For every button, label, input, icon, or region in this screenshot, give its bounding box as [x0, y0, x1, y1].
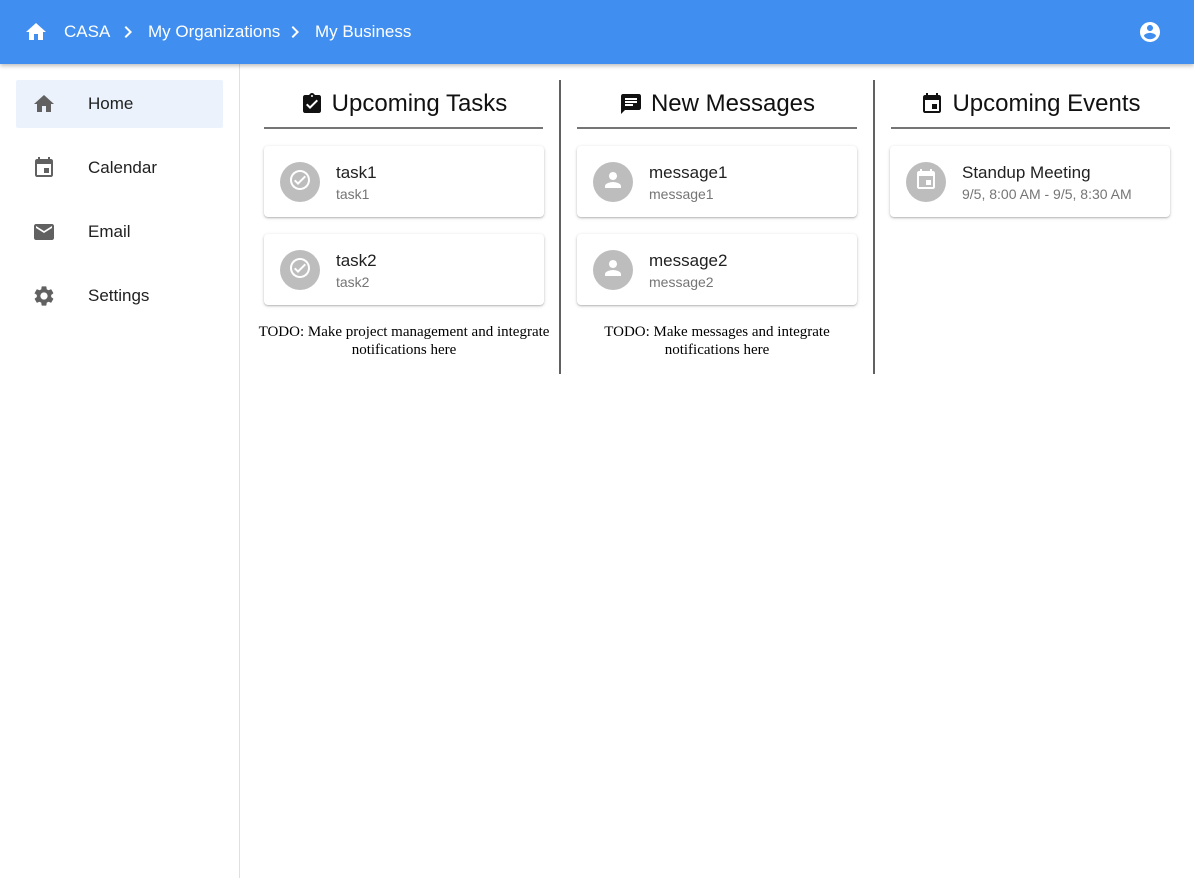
- message-icon: [619, 92, 643, 116]
- message-subtitle: message2: [649, 274, 714, 290]
- column-divider: [559, 80, 561, 374]
- tasks-todo-note: TODO: Make project management and integr…: [244, 323, 564, 359]
- check-circle-icon: [288, 256, 312, 285]
- event-icon: [914, 168, 938, 197]
- clipboard-check-icon: [300, 92, 324, 116]
- sidebar-item-label: Settings: [88, 286, 150, 305]
- chevron-right-icon: [116, 20, 140, 44]
- messages-header: New Messages: [577, 80, 857, 129]
- person-icon: [601, 168, 625, 197]
- event-title: Standup Meeting: [962, 163, 1091, 182]
- tasks-header: Upcoming Tasks: [264, 80, 543, 129]
- tasks-title: Upcoming Tasks: [331, 89, 508, 117]
- event-card[interactable]: Standup Meeting 9/5, 8:00 AM - 9/5, 8:30…: [890, 146, 1170, 217]
- sidebar-item-email[interactable]: Email: [16, 208, 223, 256]
- sidebar-item-settings[interactable]: Settings: [16, 272, 223, 320]
- messages-todo-note: TODO: Make messages and integrate notifi…: [567, 323, 867, 359]
- sidebar-item-label: Calendar: [88, 158, 157, 177]
- todo-line: TODO: Make project management and integr…: [258, 324, 550, 340]
- message-title: message2: [649, 251, 728, 270]
- todo-line: TODO: Make messages and integrate: [604, 324, 830, 340]
- message-subtitle: message1: [649, 186, 714, 202]
- task-title: task1: [336, 163, 377, 182]
- app-bar: CASA My Organizations My Business: [0, 0, 1194, 64]
- sidebar-item-label: Email: [88, 222, 131, 241]
- todo-line: notifications here: [664, 342, 770, 358]
- task-subtitle: task1: [336, 186, 370, 202]
- message-card[interactable]: message2 message2: [577, 234, 857, 305]
- event-icon: [920, 92, 944, 116]
- check-circle-icon: [288, 168, 312, 197]
- chevron-right-icon: [283, 20, 307, 44]
- messages-title: New Messages: [650, 89, 816, 117]
- person-icon: [601, 256, 625, 285]
- home-icon[interactable]: [24, 20, 48, 44]
- breadcrumb-casa[interactable]: CASA: [64, 22, 110, 42]
- account-circle-icon[interactable]: [1138, 20, 1162, 44]
- sidebar-item-calendar[interactable]: Calendar: [16, 144, 223, 192]
- sidebar: Home Calendar Email Settings: [0, 64, 240, 878]
- task-card[interactable]: task1 task1: [264, 146, 544, 217]
- event-time: 9/5, 8:00 AM - 9/5, 8:30 AM: [962, 186, 1132, 202]
- breadcrumb-my-business[interactable]: My Business: [315, 22, 411, 42]
- task-card[interactable]: task2 task2: [264, 234, 544, 305]
- task-subtitle: task2: [336, 274, 370, 290]
- home-icon: [32, 92, 56, 116]
- breadcrumb-my-organizations[interactable]: My Organizations: [148, 22, 280, 42]
- calendar-icon: [32, 156, 56, 180]
- events-title: Upcoming Events: [952, 89, 1141, 117]
- task-title: task2: [336, 251, 377, 270]
- message-title: message1: [649, 163, 728, 182]
- sidebar-item-label: Home: [88, 94, 134, 113]
- events-header: Upcoming Events: [891, 80, 1170, 129]
- message-card[interactable]: message1 message1: [577, 146, 857, 217]
- gear-icon: [32, 284, 56, 308]
- sidebar-item-home[interactable]: Home: [16, 80, 223, 128]
- mail-icon: [32, 220, 56, 244]
- column-divider: [873, 80, 875, 374]
- todo-line: notifications here: [351, 342, 457, 358]
